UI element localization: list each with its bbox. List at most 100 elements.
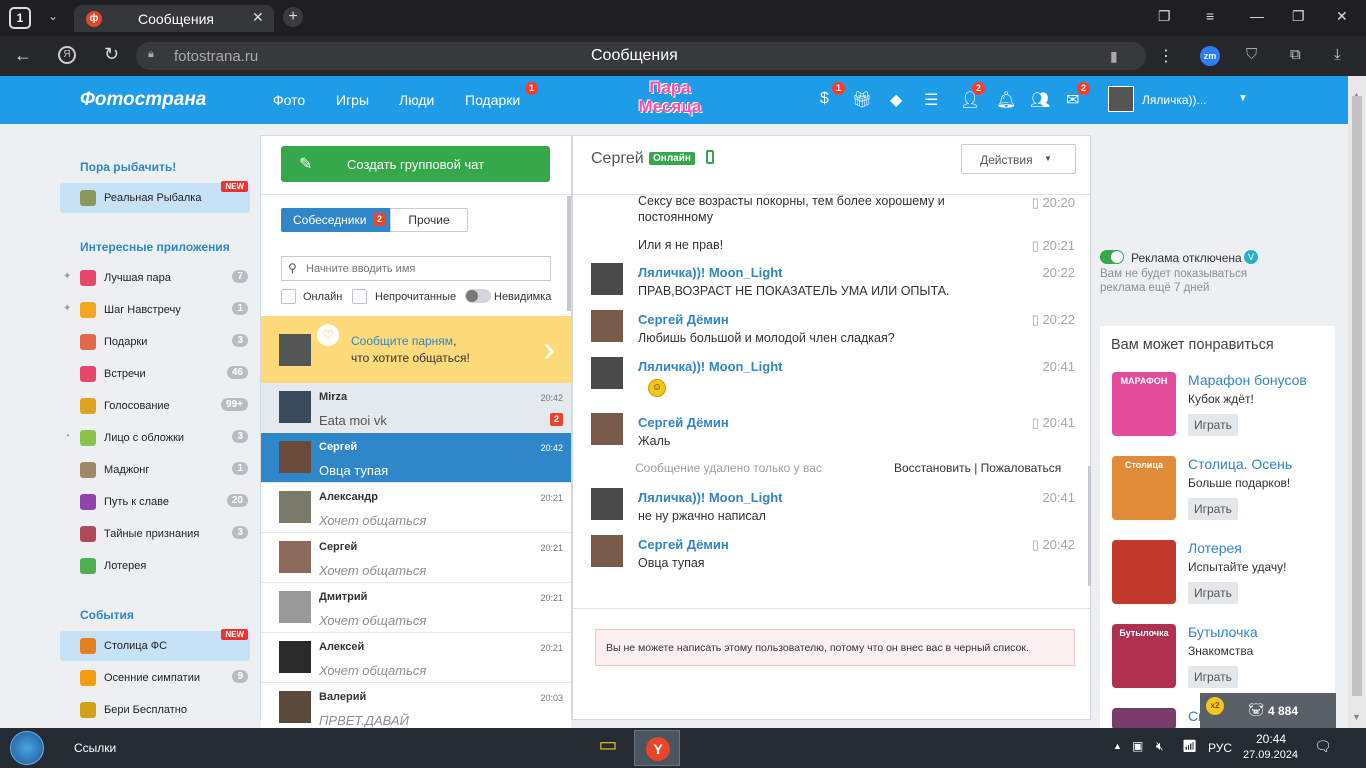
site-logo[interactable]: Фотострана bbox=[80, 89, 206, 111]
recommendation-item[interactable]: Столица Столица. Осень Больше подарков! Игр… bbox=[1100, 456, 1335, 540]
url-field[interactable]: 🔒︎ fotostrana.ru Сообщения ▮ bbox=[136, 42, 1146, 70]
list-icon[interactable]: ☰ bbox=[924, 90, 938, 110]
user-avatar[interactable] bbox=[1108, 86, 1134, 112]
s-points-icon[interactable]: $ bbox=[820, 90, 829, 108]
links-toolbar[interactable]: Ссылки bbox=[74, 741, 116, 755]
avatar[interactable] bbox=[591, 488, 623, 520]
clock-time[interactable]: 20:44 bbox=[1256, 732, 1286, 746]
game-thumbnail[interactable] bbox=[1112, 708, 1176, 730]
sidebar-app-item[interactable]: Шаг Навстречу 1 bbox=[60, 295, 250, 325]
sidebar-item-autumn[interactable]: Осенние симпатии 9 bbox=[60, 663, 250, 693]
ads-toggle[interactable] bbox=[1100, 250, 1124, 264]
mail-icon[interactable]: ✉ bbox=[1066, 90, 1079, 110]
pair-of-month-logo[interactable]: Пара Месяца bbox=[608, 78, 732, 124]
game-thumbnail[interactable]: МАРАФОН bbox=[1112, 372, 1176, 436]
sidebar-app-item[interactable]: Тайные признания 3 bbox=[60, 519, 250, 549]
promo-arrow-icon[interactable]: › bbox=[543, 328, 555, 370]
play-button[interactable]: Играть bbox=[1188, 414, 1238, 436]
filter-online-checkbox[interactable] bbox=[281, 289, 296, 304]
sidebar-app-item[interactable]: Лучшая пара 7 bbox=[60, 263, 250, 293]
invisible-toggle[interactable] bbox=[465, 289, 491, 303]
contact-row[interactable]: Валерий 20:03 ПРВЕТ.ДАВАЙ bbox=[261, 683, 571, 733]
contact-row[interactable]: Александр 20:21 Хочет общаться bbox=[261, 483, 571, 533]
avatar[interactable] bbox=[591, 357, 623, 389]
sidebar-app-item[interactable]: Голосование 99+ bbox=[60, 391, 250, 421]
avatar[interactable] bbox=[591, 310, 623, 342]
download-icon[interactable]: ⤓ bbox=[1334, 46, 1341, 63]
tab-interlocutors[interactable]: Собеседники 2 bbox=[281, 208, 391, 232]
search-input[interactable]: ⚲ Начните вводить имя bbox=[281, 256, 551, 281]
yandex-icon[interactable]: Я bbox=[58, 46, 76, 64]
tab-other[interactable]: Прочие bbox=[390, 208, 468, 232]
reload-icon[interactable]: ↻ bbox=[104, 44, 119, 65]
tabs-dropdown-icon[interactable]: ⌄ bbox=[48, 9, 58, 23]
report-link[interactable]: Пожаловаться bbox=[981, 461, 1062, 475]
scroll-down-icon[interactable]: ▼ bbox=[1352, 712, 1361, 722]
nav-gifts[interactable]: Подарки bbox=[465, 92, 520, 108]
wifi-icon[interactable]: 📶︎ bbox=[1182, 739, 1197, 753]
nav-people[interactable]: Люди bbox=[399, 92, 434, 108]
recommendation-item[interactable]: МАРАФОН Марафон бонусов Кубок ждёт! Играть bbox=[1100, 372, 1335, 456]
explorer-icon[interactable]: ▭ bbox=[588, 732, 628, 764]
network-icon[interactable]: ▣ bbox=[1132, 739, 1143, 753]
nav-photo[interactable]: Фото bbox=[273, 92, 305, 108]
contacts-promo[interactable]: ♡ Сообщите парням, что хотите общаться! … bbox=[261, 316, 571, 383]
clock-date[interactable]: 27.09.2024 bbox=[1243, 749, 1298, 761]
gift-icon[interactable]: 🎁︎ bbox=[852, 90, 872, 110]
play-button[interactable]: Играть bbox=[1188, 666, 1238, 688]
filter-unread-checkbox[interactable] bbox=[352, 289, 367, 304]
contacts-scrollbar[interactable] bbox=[567, 196, 571, 311]
extensions-icon[interactable]: ⧉ bbox=[1290, 46, 1301, 63]
coins-widget[interactable]: x2 🐷︎ 4 884 bbox=[1200, 693, 1336, 728]
active-tab[interactable]: ф Сообщения ✕ bbox=[74, 5, 274, 32]
start-button[interactable] bbox=[10, 731, 44, 765]
tray-arrow-icon[interactable]: ▲ bbox=[1113, 741, 1122, 751]
friends-icon[interactable]: 👥︎ bbox=[1030, 90, 1050, 110]
notifications-icon[interactable]: 🗨︎ bbox=[1314, 738, 1332, 755]
restore-link[interactable]: Восстановить bbox=[894, 461, 971, 475]
promo-link[interactable]: Сообщите парням bbox=[351, 334, 453, 348]
avatar[interactable] bbox=[591, 413, 623, 445]
sidebar-app-item[interactable]: Маджонг 1 bbox=[60, 455, 250, 485]
sidebar-app-item[interactable]: Подарки 3 bbox=[60, 327, 250, 357]
avatar[interactable] bbox=[591, 535, 623, 567]
game-thumbnail[interactable] bbox=[1112, 540, 1176, 604]
close-tab-icon[interactable]: ✕ bbox=[252, 9, 264, 26]
sidebar-item-capital[interactable]: Столица ФС NEW bbox=[60, 629, 250, 661]
new-tab-button[interactable]: + bbox=[283, 7, 303, 27]
play-button[interactable]: Играть bbox=[1188, 498, 1238, 520]
bookmarks-icon[interactable]: ❐ bbox=[1158, 8, 1171, 25]
sidebar-app-item[interactable]: Встречи 46 bbox=[60, 359, 250, 389]
user-menu-chevron-icon[interactable]: ▼ bbox=[1238, 93, 1248, 104]
maximize-icon[interactable]: ❐ bbox=[1292, 8, 1305, 25]
back-icon[interactable]: ← bbox=[14, 45, 32, 66]
username[interactable]: Ляличка))... bbox=[1142, 93, 1207, 107]
game-thumbnail[interactable]: Бутылочка bbox=[1112, 624, 1176, 688]
recommendation-item[interactable]: Лотерея Испытайте удачу! Играть bbox=[1100, 540, 1335, 624]
volume-icon[interactable]: 🔇︎ bbox=[1156, 739, 1164, 754]
minimize-icon[interactable]: — bbox=[1250, 8, 1264, 24]
contact-row[interactable]: Mirza 20:42 Eata moi vk 2 bbox=[261, 383, 571, 433]
chat-contact-name[interactable]: Сергей bbox=[591, 150, 644, 168]
shield-icon[interactable]: ⛉ bbox=[1246, 46, 1257, 63]
diamond-icon[interactable]: ◆ bbox=[890, 90, 902, 110]
sidebar-app-item[interactable]: Путь к славе 20 bbox=[60, 487, 250, 517]
actions-dropdown[interactable]: Действия ▼ bbox=[961, 144, 1076, 174]
language-indicator[interactable]: РУС bbox=[1208, 741, 1232, 755]
sidebar-app-item[interactable]: Лотерея bbox=[60, 551, 250, 581]
play-button[interactable]: Играть bbox=[1188, 582, 1238, 604]
chat-scrollbar[interactable] bbox=[1088, 466, 1091, 586]
yandex-browser-icon[interactable]: Y bbox=[634, 730, 680, 766]
contact-row[interactable]: Алексей 20:21 Хочет общаться bbox=[261, 633, 571, 683]
more-icon[interactable]: ⋮ bbox=[1158, 46, 1174, 66]
tab-counter[interactable]: 1 bbox=[9, 7, 31, 29]
bell-icon[interactable]: 🔔︎ bbox=[996, 90, 1016, 110]
contact-row[interactable]: Дмитрий 20:21 Хочет общаться bbox=[261, 583, 571, 633]
nav-games[interactable]: Игры bbox=[336, 92, 369, 108]
bookmark-icon[interactable]: ▮ bbox=[1110, 48, 1118, 65]
create-group-chat-button[interactable]: ✎ Создать групповой чат bbox=[281, 146, 550, 182]
page-scrollbar[interactable]: ▲ ▼ bbox=[1348, 76, 1366, 728]
scroll-thumb[interactable] bbox=[1352, 96, 1362, 696]
sidebar-app-item[interactable]: Лицо с обложки 3 bbox=[60, 423, 250, 453]
game-thumbnail[interactable]: Столица bbox=[1112, 456, 1176, 520]
